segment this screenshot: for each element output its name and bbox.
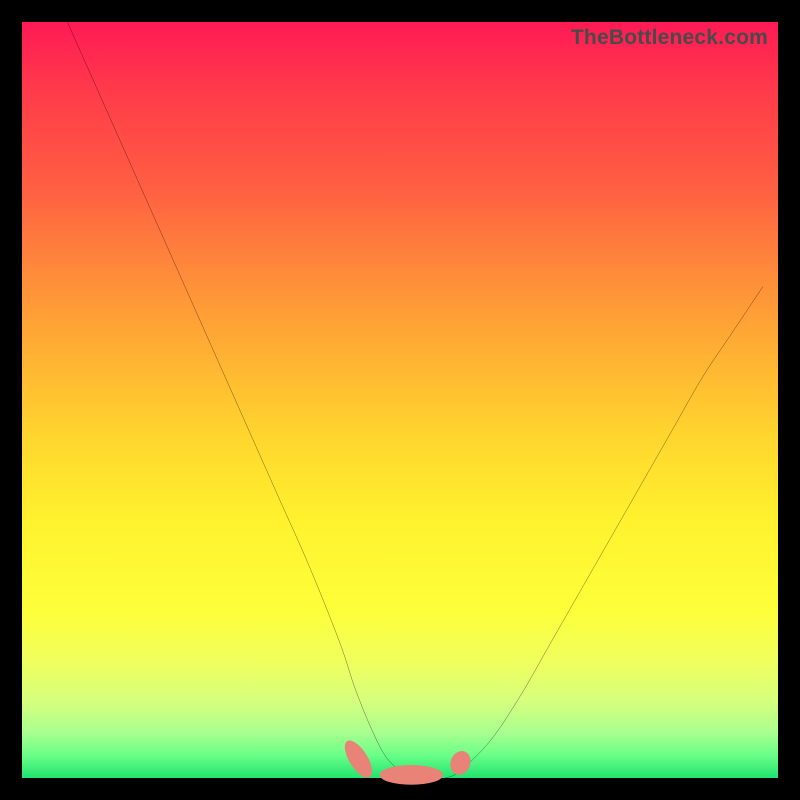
- chart-frame: TheBottleneck.com: [0, 0, 800, 800]
- center-bar-marker: [380, 765, 444, 785]
- bottleneck-curve: [67, 22, 763, 779]
- curve-markers: [340, 736, 474, 784]
- right-dot-marker: [447, 748, 474, 777]
- plot-area: TheBottleneck.com: [22, 22, 778, 778]
- left-bar-marker: [340, 736, 378, 782]
- curve-layer: [22, 22, 778, 778]
